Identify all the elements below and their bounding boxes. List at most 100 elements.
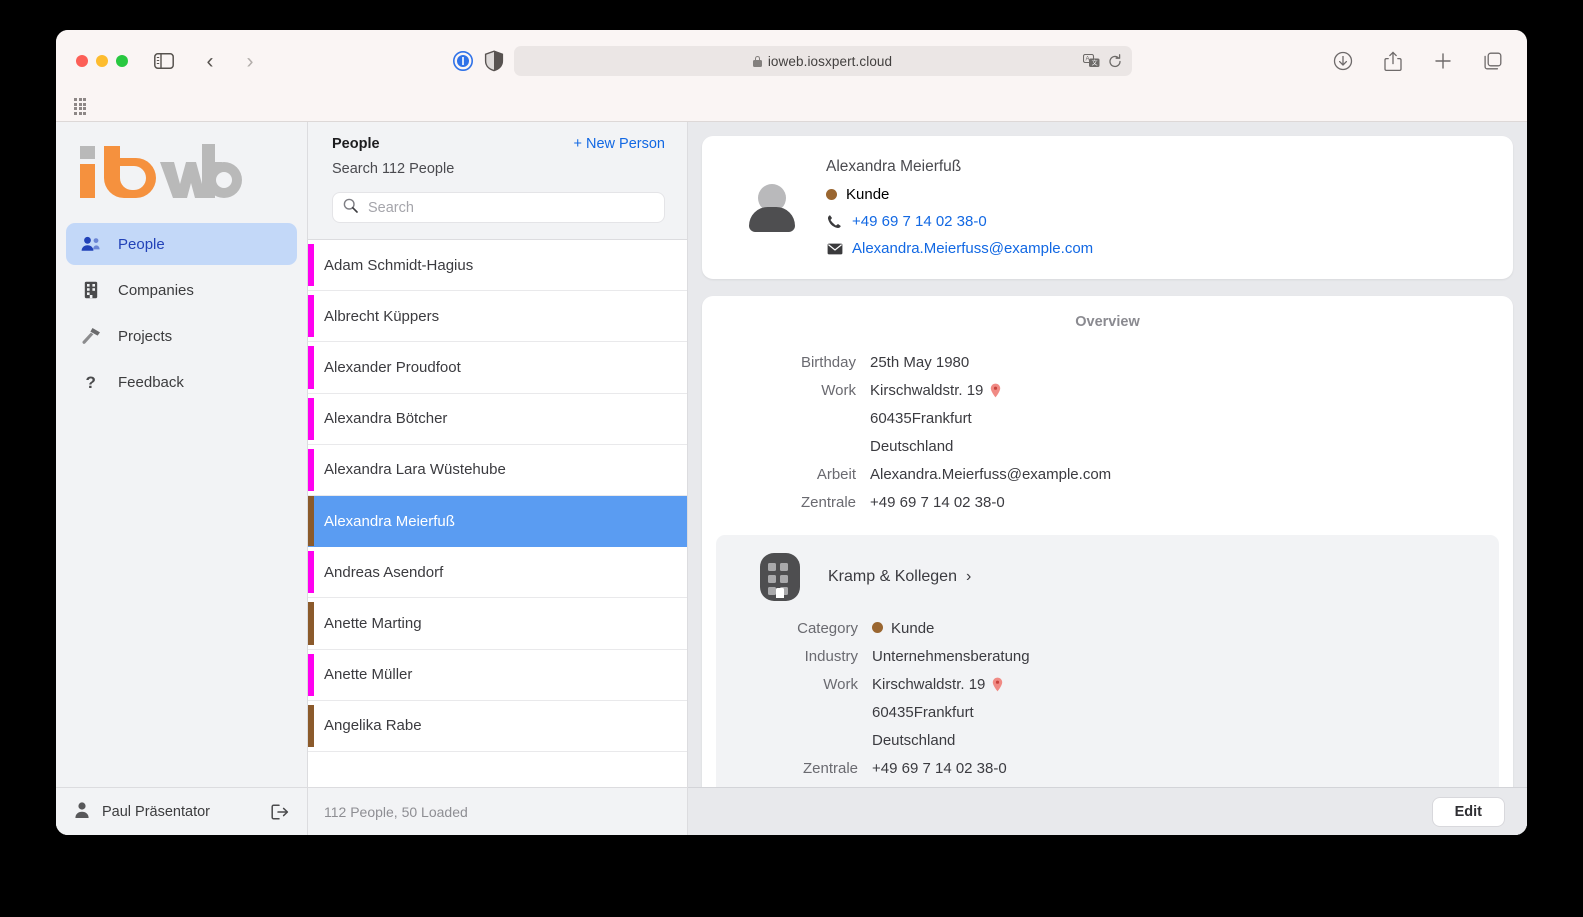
sidebar-item-projects[interactable]: Projects xyxy=(66,315,297,357)
detail-footer: Edit xyxy=(688,787,1527,835)
list-item[interactable]: Adam Schmidt-Hagius xyxy=(308,240,687,292)
list-item[interactable]: Alexandra Bötcher xyxy=(308,394,687,445)
person-name-label: Albrecht Küppers xyxy=(324,307,440,325)
download-icon[interactable] xyxy=(1329,47,1357,75)
field-value[interactable]: +49 69 7 14 02 38-0 xyxy=(870,493,1005,513)
apps-grid-icon[interactable] xyxy=(74,98,86,115)
field-value[interactable]: Alexandra.Meierfuss@example.com xyxy=(870,465,1111,485)
map-pin-icon[interactable] xyxy=(992,677,1003,692)
field-value-text: 25th May 1980 xyxy=(870,354,970,371)
person-header-card: Alexandra Meierfuß Kunde +49 69 7 14 02 … xyxy=(702,136,1513,279)
search-field-wrapper[interactable] xyxy=(332,192,665,223)
field-label: Industry xyxy=(804,648,858,665)
person-phone[interactable]: +49 69 7 14 02 38-0 xyxy=(852,213,987,230)
nav-arrows: ‹ › xyxy=(196,47,264,75)
detail-field-row: 60435Frankfurt xyxy=(728,405,1487,433)
detail-field-row: Zentrale +49 69 7 14 02 38-0 xyxy=(728,489,1487,517)
forward-button[interactable]: › xyxy=(236,47,264,75)
reader-mode-icon[interactable] xyxy=(452,50,474,72)
translate-icon[interactable]: A文 xyxy=(1082,53,1100,68)
people-list[interactable]: Adam Schmidt-Hagius Albrecht Küppers Alexa… xyxy=(308,240,687,787)
person-name-label: Adam Schmidt-Hagius xyxy=(324,256,474,274)
avatar xyxy=(744,180,800,236)
person-email-row[interactable]: Alexandra.Meierfuss@example.com xyxy=(826,240,1093,257)
person-name-label: Anette Müller xyxy=(324,666,413,684)
sidebar-item-companies[interactable]: Companies xyxy=(66,269,297,311)
list-item[interactable]: Alexandra Meierfuß xyxy=(308,495,687,548)
forward-chevron-icon: › xyxy=(246,49,254,73)
field-label: Work xyxy=(823,676,858,693)
category-dot-icon xyxy=(826,189,837,200)
search-input[interactable] xyxy=(368,199,654,216)
people-list-header-row: People + New Person xyxy=(332,136,665,152)
logout-icon[interactable] xyxy=(271,803,289,820)
sidebar-item-feedback[interactable]: ? Feedback xyxy=(66,361,297,403)
svg-text:文: 文 xyxy=(1091,59,1097,67)
maximize-window-button[interactable] xyxy=(116,55,128,67)
company-name-row[interactable]: Kramp & Kollegen › xyxy=(828,568,971,586)
mail-icon xyxy=(826,243,843,255)
new-person-button[interactable]: + New Person xyxy=(574,136,665,152)
new-tab-icon[interactable] xyxy=(1429,47,1457,75)
app-sidebar: People Companies Projects ? Feedback Pau… xyxy=(56,122,308,835)
edit-button[interactable]: Edit xyxy=(1431,796,1505,827)
person-email[interactable]: Alexandra.Meierfuss@example.com xyxy=(852,240,1093,257)
back-button[interactable]: ‹ xyxy=(196,47,224,75)
sidebar-user-name: Paul Präsentator xyxy=(102,803,211,820)
list-item[interactable]: Anette Marting xyxy=(308,598,687,650)
field-value-text: Deutschland xyxy=(870,438,954,455)
building-icon xyxy=(80,281,102,299)
person-category: Kunde xyxy=(826,186,1093,203)
window-controls xyxy=(76,55,128,67)
list-item[interactable]: Alexandra Lara Wüstehube xyxy=(308,445,687,496)
field-value: Deutschland xyxy=(870,437,953,457)
list-item[interactable]: Albrecht Küppers xyxy=(308,291,687,343)
map-pin-icon[interactable] xyxy=(990,383,1001,398)
avatar-icon xyxy=(74,801,90,823)
lock-icon xyxy=(752,55,762,67)
person-name-label: Alexander Proudfoot xyxy=(324,358,461,376)
field-value: 60435Frankfurt xyxy=(870,409,972,429)
sidebar-item-people[interactable]: People xyxy=(66,223,297,265)
field-label xyxy=(730,703,858,723)
reload-icon[interactable] xyxy=(1108,53,1122,69)
overview-card: Overview Birthday 25th May 1980 Work Kirsch… xyxy=(702,296,1513,787)
company-name: Kramp & Kollegen xyxy=(828,568,957,585)
url-bar[interactable]: ioweb.iosxpert.cloud A文 xyxy=(513,46,1132,76)
app-content: People Companies Projects ? Feedback Pau… xyxy=(56,122,1527,835)
company-block: Kramp & Kollegen › Category Kunde Industry… xyxy=(716,535,1499,787)
sidebar-item-label: Companies xyxy=(118,281,194,299)
minimize-window-button[interactable] xyxy=(96,55,108,67)
detail-field-row: Deutschland xyxy=(730,727,1485,755)
person-name-label: Angelika Rabe xyxy=(324,717,422,735)
field-label: Zentrale xyxy=(802,760,858,777)
url-inner: ioweb.iosxpert.cloud xyxy=(752,53,893,69)
company-header[interactable]: Kramp & Kollegen › xyxy=(730,553,1485,601)
search-icon xyxy=(343,198,358,218)
url-text: ioweb.iosxpert.cloud xyxy=(767,53,893,69)
sidebar-item-label: Projects xyxy=(118,327,173,345)
url-bar-actions: A文 xyxy=(1082,53,1122,69)
person-header-lines: Alexandra Meierfuß Kunde +49 69 7 14 02 … xyxy=(826,158,1093,257)
close-window-button[interactable] xyxy=(76,55,88,67)
overview-fields: Birthday 25th May 1980 Work Kirschwaldstr. … xyxy=(728,349,1487,517)
detail-field-row: 60435Frankfurt xyxy=(730,699,1485,727)
list-item[interactable]: Angelika Rabe xyxy=(308,701,687,752)
person-phone-row[interactable]: +49 69 7 14 02 38-0 xyxy=(826,213,1093,230)
person-name-label: Anette Marting xyxy=(324,614,422,632)
ioweb-logo xyxy=(56,122,307,223)
detail-field-row: Category Kunde xyxy=(730,615,1485,643)
people-icon xyxy=(80,236,102,252)
field-value-text: Unternehmensberatung xyxy=(872,648,1030,665)
list-item[interactable]: Anette Müller xyxy=(308,650,687,701)
list-item[interactable]: Andreas Asendorf xyxy=(308,547,687,599)
privacy-shield-icon[interactable] xyxy=(484,50,504,72)
field-value: 60435Frankfurt xyxy=(872,703,974,723)
tab-overview-icon[interactable] xyxy=(1479,47,1507,75)
field-value-text: Alexandra.Meierfuss@example.com xyxy=(870,466,1112,483)
list-item[interactable]: Alexander Proudfoot xyxy=(308,342,687,394)
field-value[interactable]: +49 69 7 14 02 38-0 xyxy=(872,759,1007,779)
sidebar-toggle-icon[interactable] xyxy=(150,47,178,75)
share-icon[interactable] xyxy=(1379,47,1407,75)
